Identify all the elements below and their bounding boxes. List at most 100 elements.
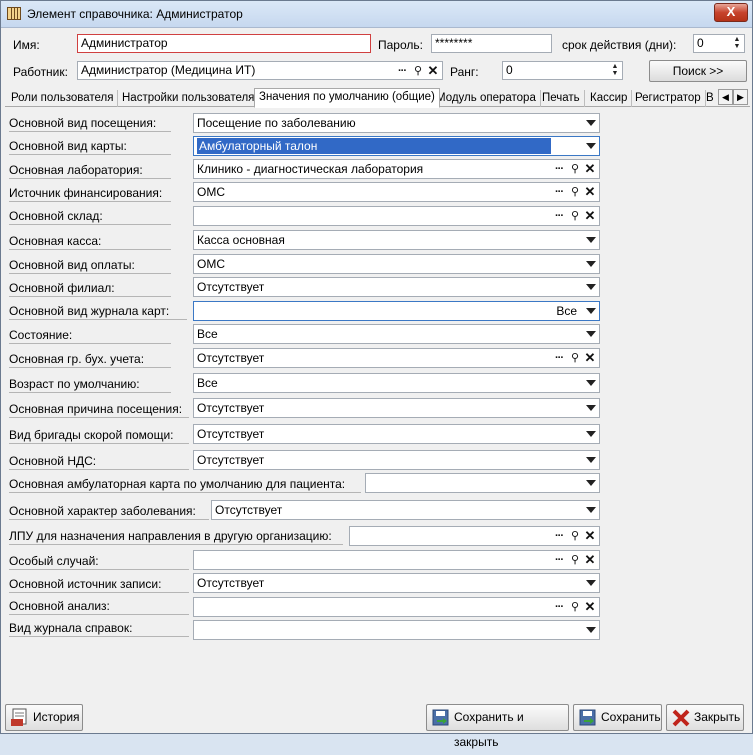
tab-user-settings[interactable]: Настройки пользователя [118, 90, 260, 107]
save-close-button[interactable]: Сохранить и закрыть [426, 704, 569, 749]
rank-spinner[interactable]: ▲ ▼ [609, 63, 621, 78]
select-dots-icon[interactable]: ··· [395, 63, 409, 79]
select-dots-icon[interactable]: ··· [552, 599, 566, 615]
clear-icon[interactable]: ✕ [583, 208, 597, 224]
search-icon[interactable]: ⚲ [411, 63, 425, 79]
field-label: Возраст по умолчанию: [9, 377, 171, 393]
select-dots-icon[interactable]: ··· [552, 552, 566, 568]
dropdown-arrow-icon[interactable] [586, 143, 596, 149]
spin-up-icon[interactable]: ▲ [731, 36, 743, 43]
save-button[interactable]: Сохранить [573, 704, 662, 731]
visit-type-dropdown[interactable]: Посещение по заболеванию [193, 113, 600, 133]
clear-icon[interactable]: ✕ [583, 552, 597, 568]
tab-scroll-right-icon[interactable]: ▶ [733, 89, 748, 105]
tab-registrar[interactable]: Регистратор [631, 90, 706, 107]
password-field[interactable]: ******** [431, 34, 552, 53]
funding-source-lookup[interactable]: ОМС ··· ⚲ ✕ [193, 182, 600, 202]
tab-more[interactable]: В [702, 90, 718, 107]
search-icon[interactable]: ⚲ [568, 599, 582, 615]
clear-icon[interactable]: ✕ [583, 161, 597, 177]
accounting-group-lookup[interactable]: Отсутствует ··· ⚲ ✕ [193, 348, 600, 368]
clear-icon[interactable]: ✕ [583, 599, 597, 615]
dropdown-arrow-icon[interactable] [586, 431, 596, 437]
field-label: Основной филиал: [9, 281, 171, 297]
cashbox-dropdown[interactable]: Касса основная [193, 230, 600, 250]
laboratory-lookup[interactable]: Клинико - диагностическая лаборатория ··… [193, 159, 600, 179]
search-icon[interactable]: ⚲ [568, 161, 582, 177]
validity-field[interactable]: 0 ▲ ▼ [693, 34, 745, 53]
field-label: Основной характер заболевания: [9, 504, 209, 520]
tab-scroll-left-icon[interactable]: ◀ [718, 89, 733, 105]
dropdown-arrow-icon[interactable] [586, 380, 596, 386]
dropdown-arrow-icon[interactable] [586, 480, 596, 486]
search-icon[interactable]: ⚲ [568, 350, 582, 366]
worker-value: Администратор (Медицина ИТ) [81, 63, 256, 77]
dropdown-arrow-icon[interactable] [586, 284, 596, 290]
disease-nature-dropdown[interactable]: Отсутствует [211, 500, 600, 520]
name-field[interactable]: Администратор [77, 34, 371, 53]
clear-icon[interactable]: ✕ [583, 350, 597, 366]
default-age-dropdown[interactable]: Все [193, 373, 600, 393]
field-value: Клинико - диагностическая лаборатория [197, 162, 424, 176]
search-icon[interactable]: ⚲ [568, 208, 582, 224]
dropdown-arrow-icon[interactable] [586, 627, 596, 633]
worker-field[interactable]: Администратор (Медицина ИТ) ··· ⚲ ✕ [77, 61, 443, 80]
search-button[interactable]: Поиск >> [649, 60, 747, 82]
dropdown-arrow-icon[interactable] [586, 331, 596, 337]
rank-field[interactable]: 0 ▲ ▼ [502, 61, 623, 80]
field-value: Амбулаторный талон [197, 138, 551, 154]
field-label: Основной склад: [9, 209, 171, 225]
dropdown-arrow-icon[interactable] [586, 237, 596, 243]
payment-type-dropdown[interactable]: ОМС [193, 254, 600, 274]
field-label: Вид бригады скорой помощи: [9, 428, 189, 444]
validity-spinner[interactable]: ▲ ▼ [731, 36, 743, 51]
search-icon[interactable]: ⚲ [568, 528, 582, 544]
clear-icon[interactable]: ✕ [583, 184, 597, 200]
tab-defaults-general[interactable]: Значения по умолчанию (общие) [254, 88, 440, 108]
save-button-label: Сохранить [601, 710, 661, 724]
certificate-journal-dropdown[interactable] [193, 620, 600, 640]
tab-operator-module[interactable]: Модуль оператора [432, 90, 541, 107]
referral-lpu-lookup[interactable]: ··· ⚲ ✕ [349, 526, 600, 546]
card-journal-dropdown[interactable]: Все [193, 301, 600, 321]
select-dots-icon[interactable]: ··· [552, 161, 566, 177]
outpatient-card-dropdown[interactable] [365, 473, 600, 493]
select-dots-icon[interactable]: ··· [552, 208, 566, 224]
ambulance-team-dropdown[interactable]: Отсутствует [193, 424, 600, 444]
dropdown-arrow-icon[interactable] [586, 120, 596, 126]
close-button[interactable]: Закрыть [666, 704, 744, 731]
save-icon [579, 709, 596, 726]
special-case-lookup[interactable]: ··· ⚲ ✕ [193, 550, 600, 570]
search-icon[interactable]: ⚲ [568, 552, 582, 568]
visit-reason-dropdown[interactable]: Отсутствует [193, 398, 600, 418]
dropdown-arrow-icon[interactable] [586, 507, 596, 513]
history-button[interactable]: История [5, 704, 83, 731]
tab-cashier[interactable]: Кассир [586, 90, 633, 107]
select-dots-icon[interactable]: ··· [552, 184, 566, 200]
spin-down-icon[interactable]: ▼ [609, 70, 621, 77]
clear-icon[interactable]: ✕ [583, 528, 597, 544]
field-label: Основной вид оплаты: [9, 258, 171, 274]
warehouse-lookup[interactable]: ··· ⚲ ✕ [193, 206, 600, 226]
branch-dropdown[interactable]: Отсутствует [193, 277, 600, 297]
select-dots-icon[interactable]: ··· [552, 350, 566, 366]
vat-dropdown[interactable]: Отсутствует [193, 450, 600, 470]
select-dots-icon[interactable]: ··· [552, 528, 566, 544]
dropdown-arrow-icon[interactable] [586, 261, 596, 267]
dropdown-arrow-icon[interactable] [586, 580, 596, 586]
analysis-lookup[interactable]: ··· ⚲ ✕ [193, 597, 600, 617]
spin-up-icon[interactable]: ▲ [609, 63, 621, 70]
tab-print[interactable]: Печать [538, 90, 585, 107]
state-dropdown[interactable]: Все [193, 324, 600, 344]
window-close-button[interactable]: X [714, 3, 748, 22]
dropdown-arrow-icon[interactable] [586, 405, 596, 411]
field-value: ОМС [197, 257, 225, 271]
clear-icon[interactable]: ✕ [426, 63, 440, 79]
dropdown-arrow-icon[interactable] [586, 457, 596, 463]
spin-down-icon[interactable]: ▼ [731, 43, 743, 50]
search-icon[interactable]: ⚲ [568, 184, 582, 200]
record-source-dropdown[interactable]: Отсутствует [193, 573, 600, 593]
tab-user-roles[interactable]: Роли пользователя [7, 90, 119, 107]
card-type-dropdown[interactable]: Амбулаторный талон [193, 136, 600, 156]
dropdown-arrow-icon[interactable] [586, 308, 596, 314]
